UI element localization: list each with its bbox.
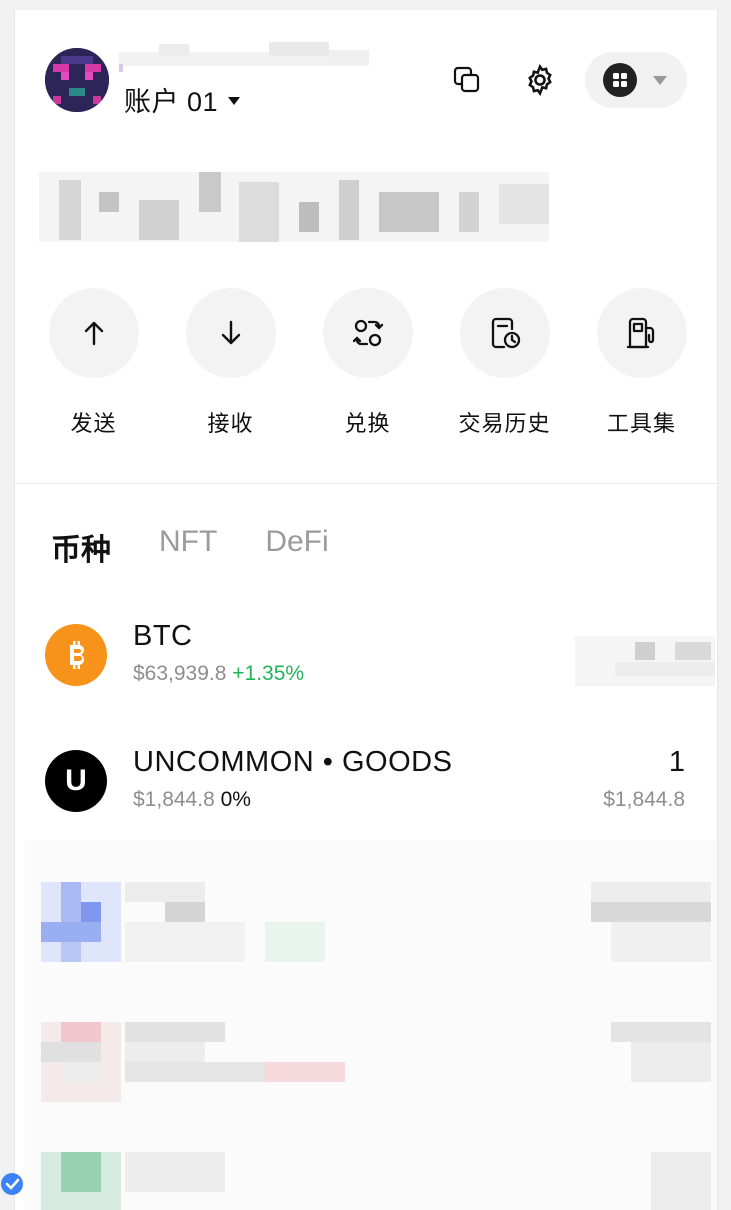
section-divider <box>15 483 717 484</box>
bitcoin-icon <box>45 624 107 686</box>
asset-row-btc[interactable]: BTC $63,939.8 +1.35% <box>15 612 717 708</box>
asset-value: $1,844.8 <box>603 788 685 811</box>
send-button[interactable]: 发送 <box>25 288 162 438</box>
asset-symbol: BTC <box>133 620 193 652</box>
chevron-down-icon <box>653 75 667 85</box>
history-button[interactable]: 交易历史 <box>436 288 573 438</box>
history-label: 交易历史 <box>458 411 551 436</box>
redacted-asset-list <box>25 840 717 1210</box>
wallet-panel: 账户 01 发送 接收 兑换 交易历史 工具集 币种 NFT DeFi BTC … <box>14 10 718 1210</box>
tab-nft[interactable]: NFT <box>159 525 217 569</box>
verified-badge-icon <box>0 1166 28 1196</box>
address-redacted <box>119 40 369 74</box>
tab-defi[interactable]: DeFi <box>265 525 328 569</box>
copy-icon[interactable] <box>447 60 487 100</box>
tools-label: 工具集 <box>606 411 676 436</box>
history-icon <box>491 317 520 349</box>
gear-icon[interactable] <box>520 60 560 100</box>
quick-actions: 发送 接收 兑换 交易历史 工具集 <box>15 288 717 438</box>
asset-tabs: 币种 NFT DeFi <box>51 525 329 569</box>
account-selector[interactable]: 账户 01 <box>124 80 241 119</box>
asset-price: $1,844.8 <box>133 788 215 811</box>
asset-balance-redacted <box>575 622 715 699</box>
send-label: 发送 <box>70 411 117 436</box>
asset-row-uncommon-goods[interactable]: U UNCOMMON • GOODS $1,844.8 0% 1 $1,844.… <box>15 738 717 834</box>
chevron-down-icon <box>228 96 241 105</box>
swap-icon <box>352 319 383 347</box>
asset-price-line: $63,939.8 +1.35% <box>133 662 304 686</box>
asset-price: $63,939.8 <box>133 662 227 685</box>
tools-button[interactable]: 工具集 <box>573 288 710 438</box>
apps-grid-icon <box>603 63 637 97</box>
swap-button[interactable]: 兑换 <box>299 288 436 438</box>
account-name: 账户 01 <box>124 87 219 117</box>
uncommon-goods-icon: U <box>45 750 107 812</box>
tab-tokens[interactable]: 币种 <box>51 525 111 569</box>
asset-change: +1.35% <box>232 662 305 685</box>
receive-button[interactable]: 接收 <box>162 288 299 438</box>
asset-price-line: $1,844.8 0% <box>133 788 251 812</box>
asset-change: 0% <box>220 788 251 811</box>
asset-symbol: UNCOMMON • GOODS <box>133 746 453 778</box>
app-switcher-button[interactable] <box>585 52 687 108</box>
gas-pump-icon <box>626 317 654 349</box>
account-avatar[interactable] <box>45 48 109 112</box>
asset-amount: 1 <box>668 746 685 778</box>
balance-redacted <box>39 162 549 246</box>
swap-label: 兑换 <box>344 411 391 436</box>
receive-label: 接收 <box>207 411 254 436</box>
arrow-down-icon <box>221 320 240 345</box>
arrow-up-icon <box>84 321 103 346</box>
